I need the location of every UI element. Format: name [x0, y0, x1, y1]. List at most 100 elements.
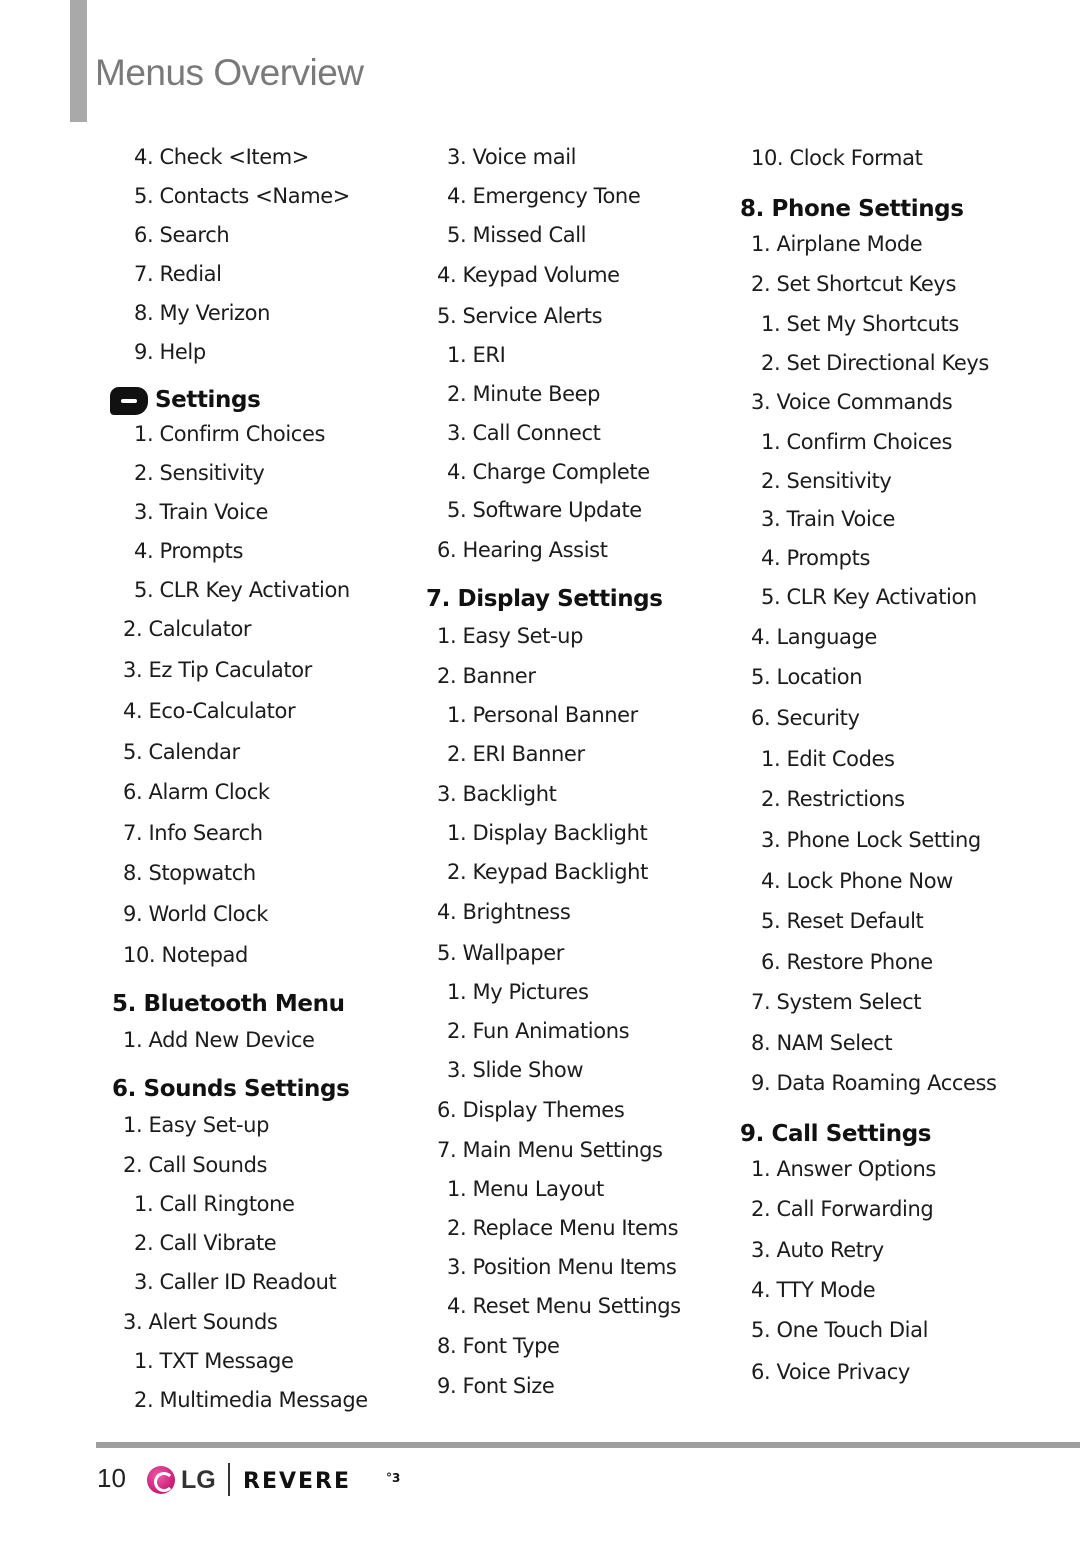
menu-item: 5. One Touch Dial	[751, 1318, 929, 1342]
header-accent-bar	[70, 0, 87, 122]
submenu-item: 2. Replace Menu Items	[447, 1216, 679, 1240]
submenu-item: 1. Display Backlight	[447, 821, 648, 845]
submenu-item: 2. Keypad Backlight	[447, 860, 648, 884]
menu-item: 10. Clock Format	[751, 146, 923, 170]
submenu-item: 5. Software Update	[447, 498, 642, 522]
submenu-item: 9. Help	[134, 340, 206, 364]
menu-item: 3. Backlight	[437, 782, 557, 806]
menu-item: 6. Hearing Assist	[437, 538, 608, 562]
lg-logo-text: LG	[181, 1466, 216, 1494]
submenu-item: 2. Call Vibrate	[134, 1231, 277, 1255]
menu-item: 4. Keypad Volume	[437, 263, 620, 287]
menu-item: 2. Calculator	[123, 617, 252, 641]
submenu-item: 2. Sensitivity	[761, 469, 892, 493]
menu-item: 9. Data Roaming Access	[751, 1071, 997, 1095]
menu-item: 1. Add New Device	[123, 1028, 315, 1052]
menu-item: 3. Alert Sounds	[123, 1310, 278, 1334]
footer-divider	[96, 1442, 1080, 1448]
section-heading: 8. Phone Settings	[740, 196, 964, 222]
submenu-item: 2. Fun Animations	[447, 1019, 630, 1043]
submenu-item: 2. Multimedia Message	[134, 1388, 368, 1412]
submenu-item: 4. Emergency Tone	[447, 184, 641, 208]
submenu-item: 4. Reset Menu Settings	[447, 1294, 681, 1318]
submenu-item: 3. Train Voice	[761, 507, 896, 531]
submenu-item: 2. Minute Beep	[447, 382, 601, 406]
menu-item: 5. Location	[751, 665, 863, 689]
submenu-item: 4. Charge Complete	[447, 460, 650, 484]
menu-item: 2. Call Sounds	[123, 1153, 268, 1177]
menu-item: 1. Easy Set-up	[123, 1113, 269, 1137]
menu-item: 8. NAM Select	[751, 1031, 893, 1055]
submenu-item: 4. Lock Phone Now	[761, 869, 953, 893]
submenu-item: 3. Call Connect	[447, 421, 601, 445]
submenu-item: 3. Train Voice	[134, 500, 269, 524]
section-heading: 5. Bluetooth Menu	[112, 991, 345, 1017]
submenu-item: 1. Edit Codes	[761, 747, 895, 771]
submenu-item: 1. Call Ringtone	[134, 1192, 295, 1216]
submenu-item: 6. Search	[134, 223, 230, 247]
menu-item: 4. Eco-Calculator	[123, 699, 296, 723]
submenu-item: 3. Phone Lock Setting	[761, 828, 981, 852]
menu-item: 6. Alarm Clock	[123, 780, 270, 804]
menu-item: 5. Wallpaper	[437, 941, 564, 965]
submenu-item: 2. Restrictions	[761, 787, 905, 811]
section-heading: 9. Call Settings	[740, 1121, 932, 1147]
submenu-item: 5. CLR Key Activation	[761, 585, 977, 609]
submenu-item: 1. Set My Shortcuts	[761, 312, 959, 336]
menu-item: 7. Info Search	[123, 821, 263, 845]
menu-item: 1. Airplane Mode	[751, 232, 923, 256]
submenu-item: 2. Sensitivity	[134, 461, 265, 485]
submenu-item: 3. Voice mail	[447, 145, 577, 169]
submenu-item: 4. Check <Item>	[134, 145, 309, 169]
page-number: 10	[97, 1463, 126, 1493]
menu-item: 4. TTY Mode	[751, 1278, 876, 1302]
submenu-item: 6. Restore Phone	[761, 950, 933, 974]
menu-item: 5. Calendar	[123, 740, 240, 764]
submenu-item: 3. Position Menu Items	[447, 1255, 677, 1279]
submenu-item: 5. Contacts <Name>	[134, 184, 350, 208]
lg-logo-icon	[147, 1466, 175, 1494]
menu-item: 3. Ez Tip Caculator	[123, 658, 312, 682]
submenu-item: 3. Caller ID Readout	[134, 1270, 337, 1294]
menu-item: 7. System Select	[751, 990, 922, 1014]
submenu-item: 4. Prompts	[761, 546, 870, 570]
section-heading: 6. Sounds Settings	[112, 1076, 350, 1102]
section-heading: Settings	[155, 387, 261, 413]
menu-item: 8. Font Type	[437, 1334, 560, 1358]
menu-item: 10. Notepad	[123, 943, 248, 967]
submenu-item: 5. Reset Default	[761, 909, 924, 933]
submenu-item: 3. Slide Show	[447, 1058, 584, 1082]
menu-item: 4. Brightness	[437, 900, 571, 924]
submenu-item: 1. Personal Banner	[447, 703, 638, 727]
menu-item: 1. Answer Options	[751, 1157, 936, 1181]
submenu-item: 1. Menu Layout	[447, 1177, 604, 1201]
brand-name: REVERE	[243, 1469, 351, 1494]
submenu-item: 7. Redial	[134, 262, 222, 286]
menu-item: 6. Display Themes	[437, 1098, 625, 1122]
menu-item: 2. Call Forwarding	[751, 1197, 934, 1221]
submenu-item: 1. Confirm Choices	[134, 422, 326, 446]
submenu-item: 8. My Verizon	[134, 301, 271, 325]
menu-item: 8. Stopwatch	[123, 861, 256, 885]
page-title: Menus Overview	[95, 52, 364, 93]
menu-item: 3. Auto Retry	[751, 1238, 884, 1262]
section-heading: 7. Display Settings	[426, 586, 663, 612]
submenu-item: 1. Confirm Choices	[761, 430, 953, 454]
menu-item: 9. World Clock	[123, 902, 269, 926]
menu-item: 6. Security	[751, 706, 860, 730]
submenu-item: 1. TXT Message	[134, 1349, 294, 1373]
settings-icon	[110, 387, 148, 415]
submenu-item: 5. CLR Key Activation	[134, 578, 350, 602]
submenu-item: 2. Set Directional Keys	[761, 351, 989, 375]
menu-item: 2. Banner	[437, 664, 536, 688]
menu-item: 2. Set Shortcut Keys	[751, 272, 957, 296]
menu-item: 6. Voice Privacy	[751, 1360, 910, 1384]
submenu-item: 1. ERI	[447, 343, 506, 367]
menu-item: 7. Main Menu Settings	[437, 1138, 663, 1162]
submenu-item: 4. Prompts	[134, 539, 243, 563]
brand-separator	[228, 1463, 230, 1496]
menu-item: 3. Voice Commands	[751, 390, 953, 414]
menu-item: 1. Easy Set-up	[437, 624, 583, 648]
menu-item: 5. Service Alerts	[437, 304, 603, 328]
submenu-item: 2. ERI Banner	[447, 742, 585, 766]
